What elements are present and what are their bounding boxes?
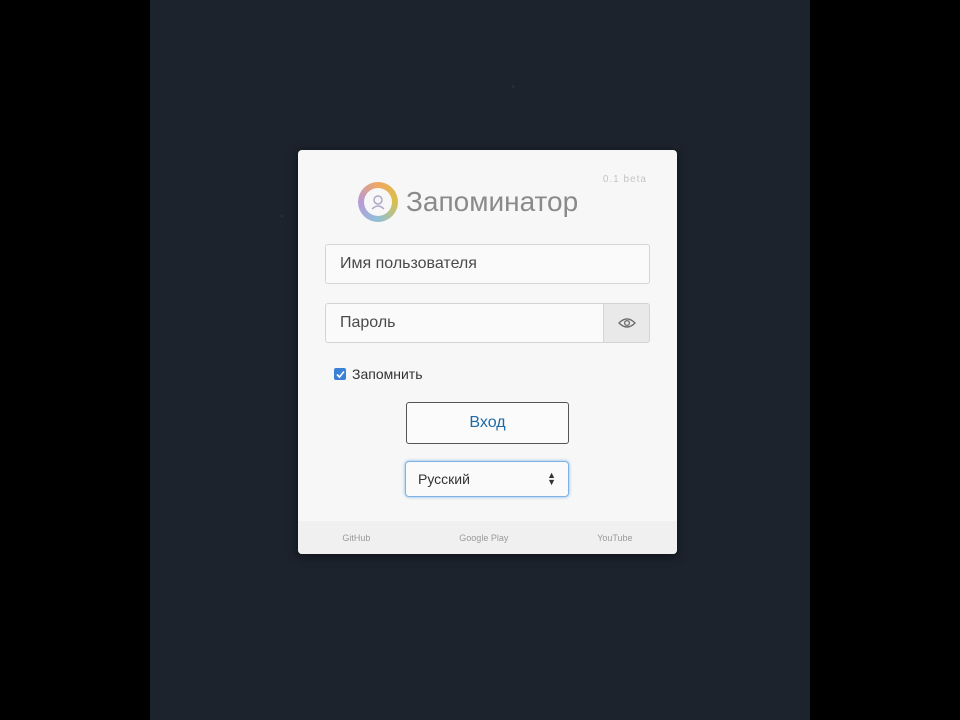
footer-link-github[interactable]: GitHub	[342, 533, 370, 543]
remember-checkbox[interactable]	[334, 368, 346, 380]
eye-icon	[617, 318, 636, 328]
footer-link-youtube[interactable]: YouTube	[597, 533, 632, 543]
language-select[interactable]: Русский ▲ ▼	[405, 461, 569, 497]
footer-links: GitHub Google Play YouTube	[298, 521, 677, 554]
check-icon	[335, 370, 345, 378]
chevron-up-down-icon: ▲ ▼	[547, 470, 556, 487]
brand-header: Запоминатор	[358, 182, 578, 222]
login-button[interactable]: Вход	[406, 402, 569, 444]
version-label: 0.1 beta	[602, 174, 647, 185]
app-logo-icon	[358, 182, 398, 222]
password-input[interactable]	[325, 303, 604, 343]
language-selected: Русский	[418, 471, 470, 487]
login-card: 0.1 beta Запоминатор Запом	[298, 150, 677, 554]
show-password-button[interactable]	[604, 303, 650, 343]
password-group	[325, 303, 650, 343]
username-input[interactable]	[325, 244, 650, 284]
footer-link-google-play[interactable]: Google Play	[459, 533, 508, 543]
remember-label: Запомнить	[352, 366, 423, 382]
remember-me[interactable]: Запомнить	[334, 366, 423, 382]
app-title: Запоминатор	[406, 186, 579, 217]
